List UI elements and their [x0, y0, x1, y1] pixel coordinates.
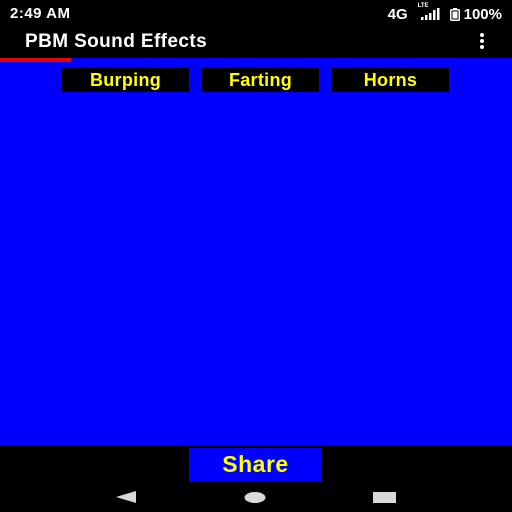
tab-selected-indicator — [0, 58, 71, 62]
status-bar: 2:49 AM 4G LTE 100% — [0, 0, 512, 28]
tab-bar: Burping Farting Horns — [0, 58, 512, 158]
overflow-menu-icon[interactable] — [474, 32, 490, 50]
status-indicators: 4G LTE 100% — [387, 3, 502, 23]
tab-horns[interactable]: Horns — [332, 68, 449, 92]
battery-icon — [449, 7, 460, 21]
network-type: 4G LTE — [387, 3, 429, 23]
share-button[interactable]: Share — [189, 448, 322, 481]
signal-icon — [420, 8, 440, 20]
status-time: 2:49 AM — [10, 5, 71, 22]
bottom-bar: Share — [0, 445, 512, 485]
tab-burping[interactable]: Burping — [62, 68, 189, 92]
menu-dot — [480, 45, 484, 49]
tab-farting[interactable]: Farting — [202, 68, 319, 92]
phone-screen: 2:49 AM 4G LTE 100% PBM Sound Effects Bu… — [0, 0, 512, 512]
app-bar: PBM Sound Effects — [0, 28, 512, 58]
network-type-text: 4G — [387, 5, 408, 23]
back-icon[interactable] — [114, 490, 138, 504]
menu-dot — [480, 39, 484, 43]
recents-icon[interactable] — [373, 492, 396, 503]
battery-level: 100% — [463, 5, 502, 23]
content-area — [0, 100, 512, 445]
menu-dot — [480, 33, 484, 37]
navigation-bar — [0, 485, 512, 512]
network-lte-label: LTE — [417, 2, 429, 9]
home-icon[interactable] — [244, 492, 266, 503]
app-title: PBM Sound Effects — [25, 31, 208, 52]
